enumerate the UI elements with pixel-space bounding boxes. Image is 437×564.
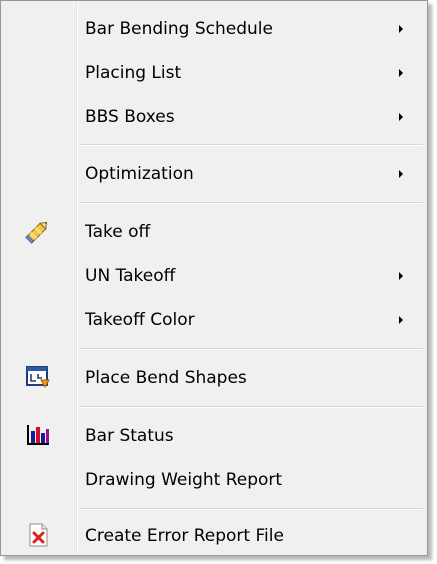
menu-item-take-off[interactable]: Take off (3, 214, 425, 250)
submenu-arrow-icon (399, 25, 403, 33)
menu-item-bbs-boxes[interactable]: BBS Boxes (3, 99, 425, 135)
submenu-arrow-icon (399, 170, 403, 178)
menu-separator (79, 348, 423, 350)
menu-item-label: Takeoff Color (85, 310, 195, 330)
submenu-arrow-icon (399, 316, 403, 324)
menu-item-bar-bending-schedule[interactable]: Bar Bending Schedule (3, 11, 425, 47)
context-menu: Bar Bending Schedule Placing List BBS Bo… (0, 0, 428, 556)
menu-item-takeoff-color[interactable]: Takeoff Color (3, 302, 425, 338)
menu-item-bar-status[interactable]: Bar Status (3, 418, 425, 454)
menu-item-label: Create Error Report File (85, 526, 284, 546)
menu-item-label: Optimization (85, 164, 194, 184)
menu-item-drawing-weight-report[interactable]: Drawing Weight Report (3, 462, 425, 498)
menu-separator (79, 508, 423, 510)
menu-separator (79, 406, 423, 408)
menu-item-placing-list[interactable]: Placing List (3, 55, 425, 91)
menu-item-un-takeoff[interactable]: UN Takeoff (3, 258, 425, 294)
menu-item-label: Bar Status (85, 426, 174, 446)
menu-item-label: Drawing Weight Report (85, 470, 283, 490)
menu-item-label: Place Bend Shapes (85, 368, 247, 388)
menu-item-create-error-report-file[interactable]: Create Error Report File (3, 518, 425, 554)
menu-item-label: BBS Boxes (85, 107, 175, 127)
place-bend-shapes-icon (25, 364, 51, 390)
menu-separator (79, 144, 423, 146)
submenu-arrow-icon (399, 113, 403, 121)
menu-item-label: UN Takeoff (85, 266, 176, 286)
menu-item-optimization[interactable]: Optimization (3, 156, 425, 192)
bar-chart-icon (25, 422, 51, 448)
submenu-arrow-icon (399, 272, 403, 280)
menu-item-place-bend-shapes[interactable]: Place Bend Shapes (3, 360, 425, 396)
submenu-arrow-icon (399, 69, 403, 77)
pencil-icon (25, 218, 51, 244)
error-report-icon (25, 522, 51, 548)
menu-item-label: Bar Bending Schedule (85, 19, 273, 39)
menu-item-label: Take off (85, 222, 151, 242)
menu-item-label: Placing List (85, 63, 182, 83)
menu-separator (79, 202, 423, 204)
